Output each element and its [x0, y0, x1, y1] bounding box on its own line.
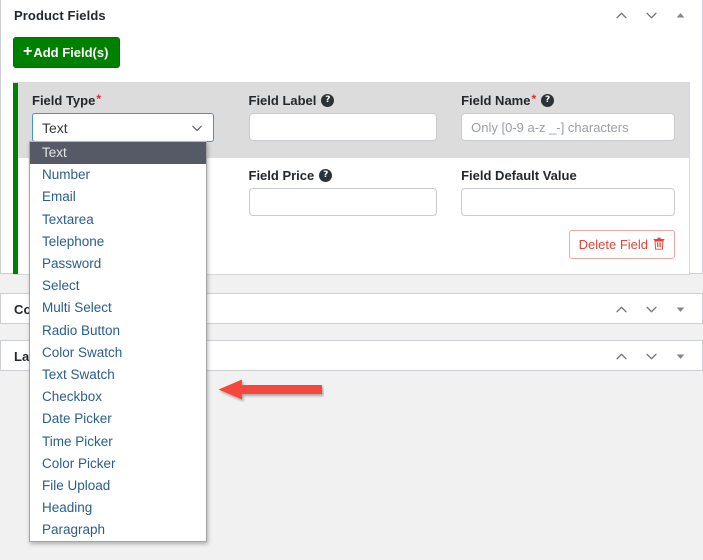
dropdown-option[interactable]: Text Swatch — [30, 364, 206, 386]
field-label-input[interactable] — [248, 113, 438, 141]
triangle-down-icon[interactable] — [666, 344, 694, 370]
add-field-button-label: Add Field(s) — [33, 44, 109, 60]
dropdown-option[interactable]: Telephone — [30, 231, 206, 253]
dropdown-option[interactable]: Heading — [30, 497, 206, 519]
add-field-button[interactable]: + Add Field(s) — [13, 37, 121, 68]
panel-handle-actions — [606, 344, 694, 370]
triangle-down-icon[interactable] — [666, 297, 694, 323]
field-default-value-label: Field Default Value — [461, 169, 675, 182]
field-price-group: Field Price ? — [248, 169, 462, 216]
field-label-label-text: Field Label — [248, 93, 317, 108]
plus-icon: + — [23, 42, 33, 60]
field-name-label-text: Field Name — [461, 93, 531, 108]
field-type-group: Field Type * Text — [32, 91, 249, 142]
annotation-arrow-icon — [218, 378, 324, 402]
field-label-group: Field Label ? — [248, 94, 462, 142]
delete-field-button[interactable]: Delete Field — [568, 230, 675, 259]
dropdown-option[interactable]: Password — [30, 253, 206, 275]
delete-field-button-label: Delete Field — [578, 237, 648, 252]
panel-header-product-fields: Product Fields — [1, 0, 702, 31]
field-default-value-group: Field Default Value — [461, 169, 675, 216]
dropdown-option[interactable]: Paragraph — [30, 519, 206, 541]
help-icon[interactable]: ? — [541, 94, 555, 107]
help-icon[interactable]: ? — [321, 94, 335, 107]
field-name-label: Field Name * ? — [461, 91, 675, 108]
field-price-label: Field Price ? — [249, 169, 438, 182]
panel-handle-actions — [606, 297, 694, 323]
field-type-dropdown-list[interactable]: Text Number Email Textarea Telephone Password… — [29, 141, 207, 543]
dropdown-option[interactable]: Email — [30, 186, 206, 208]
trash-icon — [653, 237, 665, 252]
chevron-down-icon[interactable] — [636, 344, 666, 370]
field-price-label-text: Field Price — [248, 168, 315, 183]
field-price-input[interactable] — [248, 188, 438, 216]
dropdown-option[interactable]: Radio Button — [30, 320, 206, 342]
dropdown-option[interactable]: File Upload — [30, 475, 206, 497]
field-default-value-label-text: Field Default Value — [461, 168, 577, 183]
help-icon[interactable]: ? — [319, 169, 333, 182]
chevron-up-icon[interactable] — [606, 3, 636, 29]
field-label-label: Field Label ? — [249, 94, 438, 107]
field-card-accent-strip — [13, 83, 18, 274]
page-title: Product Fields — [14, 8, 106, 23]
field-type-select[interactable]: Text — [32, 113, 214, 142]
required-marker: * — [531, 91, 537, 106]
field-type-label: Field Type * — [32, 91, 225, 108]
field-default-value-input[interactable] — [461, 188, 675, 216]
dropdown-option[interactable]: Color Swatch — [30, 342, 206, 364]
dropdown-option[interactable]: Time Picker — [30, 430, 206, 452]
chevron-up-icon[interactable] — [606, 344, 636, 370]
field-name-input[interactable] — [461, 113, 675, 141]
panel-handle-actions — [606, 3, 694, 29]
required-marker: * — [96, 91, 101, 106]
field-type-label-text: Field Type — [32, 93, 96, 108]
dropdown-option[interactable]: Date Picker — [30, 408, 206, 430]
dropdown-option[interactable]: Text — [30, 142, 206, 165]
field-name-group: Field Name * ? — [461, 91, 675, 142]
dropdown-option[interactable]: Multi Select — [30, 297, 206, 319]
dropdown-option[interactable]: Checkbox — [30, 386, 206, 408]
field-type-select-value: Text — [42, 119, 68, 136]
triangle-up-icon[interactable] — [666, 3, 694, 29]
chevron-down-icon — [190, 121, 204, 135]
chevron-up-icon[interactable] — [606, 297, 636, 323]
dropdown-option[interactable]: Number — [30, 164, 206, 186]
chevron-down-icon[interactable] — [636, 297, 666, 323]
dropdown-option[interactable]: Select — [30, 275, 206, 297]
dropdown-option[interactable]: Color Picker — [30, 453, 206, 475]
chevron-down-icon[interactable] — [636, 3, 666, 29]
dropdown-option[interactable]: Textarea — [30, 209, 206, 231]
